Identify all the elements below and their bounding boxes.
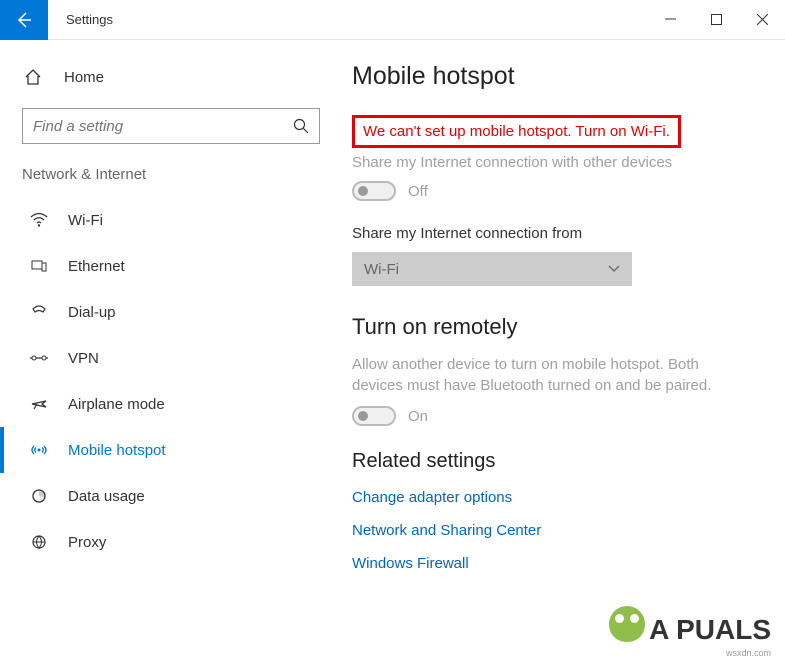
remote-toggle-state: On: [408, 408, 428, 425]
sidebar-item-label: Airplane mode: [68, 396, 165, 413]
sidebar-item-hotspot[interactable]: Mobile hotspot: [0, 427, 338, 473]
titlebar: Settings: [0, 0, 785, 40]
search-box[interactable]: [22, 108, 320, 144]
home-link[interactable]: Home: [0, 60, 338, 94]
remote-toggle[interactable]: [352, 406, 396, 426]
related-heading: Related settings: [352, 450, 765, 473]
home-label: Home: [64, 69, 104, 86]
dropdown-value: Wi-Fi: [364, 261, 399, 278]
sidebar-item-label: Ethernet: [68, 258, 125, 275]
sidebar-item-vpn[interactable]: VPN: [0, 335, 338, 381]
minimize-icon: [665, 14, 676, 25]
watermark-sub: wsxdn.com: [726, 648, 771, 658]
chevron-down-icon: [608, 265, 620, 273]
sidebar-item-label: Wi-Fi: [68, 212, 103, 229]
sidebar-item-label: VPN: [68, 350, 99, 367]
airplane-icon: [28, 396, 50, 412]
sidebar: Home Network & Internet Wi-Fi Ethernet D…: [0, 40, 338, 652]
section-label: Network & Internet: [0, 162, 338, 197]
share-toggle[interactable]: [352, 181, 396, 201]
main-content: Mobile hotspot We can't set up mobile ho…: [338, 40, 785, 652]
wifi-icon: [28, 212, 50, 228]
watermark-text: A PUALS: [649, 614, 771, 646]
sidebar-item-label: Data usage: [68, 488, 145, 505]
mascot-icon: [609, 606, 645, 642]
close-icon: [757, 14, 768, 25]
ethernet-icon: [28, 258, 50, 274]
share-from-label: Share my Internet connection from: [352, 225, 765, 242]
page-heading: Mobile hotspot: [352, 62, 765, 91]
sidebar-item-label: Mobile hotspot: [68, 442, 166, 459]
minimize-button[interactable]: [647, 0, 693, 40]
data-usage-icon: [28, 488, 50, 504]
remote-heading: Turn on remotely: [352, 314, 765, 340]
share-from-dropdown[interactable]: Wi-Fi: [352, 252, 632, 286]
maximize-icon: [711, 14, 722, 25]
sidebar-item-datausage[interactable]: Data usage: [0, 473, 338, 519]
error-message: We can't set up mobile hotspot. Turn on …: [352, 115, 681, 148]
vpn-icon: [28, 350, 50, 366]
sidebar-item-label: Proxy: [68, 534, 106, 551]
sidebar-item-wifi[interactable]: Wi-Fi: [0, 197, 338, 243]
proxy-icon: [28, 534, 50, 550]
link-windows-firewall[interactable]: Windows Firewall: [352, 555, 765, 572]
sidebar-item-proxy[interactable]: Proxy: [0, 519, 338, 565]
home-icon: [24, 68, 46, 86]
sidebar-item-label: Dial-up: [68, 304, 116, 321]
dialup-icon: [28, 304, 50, 320]
search-icon: [293, 118, 309, 134]
share-toggle-state: Off: [408, 183, 428, 200]
close-button[interactable]: [739, 0, 785, 40]
hotspot-icon: [28, 442, 50, 458]
sidebar-item-dialup[interactable]: Dial-up: [0, 289, 338, 335]
search-input[interactable]: [33, 118, 293, 135]
sidebar-item-ethernet[interactable]: Ethernet: [0, 243, 338, 289]
back-button[interactable]: [0, 0, 48, 40]
window-title: Settings: [48, 12, 647, 27]
sidebar-item-airplane[interactable]: Airplane mode: [0, 381, 338, 427]
window-controls: [647, 0, 785, 39]
arrow-left-icon: [14, 10, 34, 30]
link-network-sharing[interactable]: Network and Sharing Center: [352, 522, 765, 539]
share-label: Share my Internet connection with other …: [352, 154, 765, 171]
maximize-button[interactable]: [693, 0, 739, 40]
remote-desc: Allow another device to turn on mobile h…: [352, 354, 732, 396]
watermark: A PUALS: [609, 606, 771, 646]
link-adapter-options[interactable]: Change adapter options: [352, 489, 765, 506]
